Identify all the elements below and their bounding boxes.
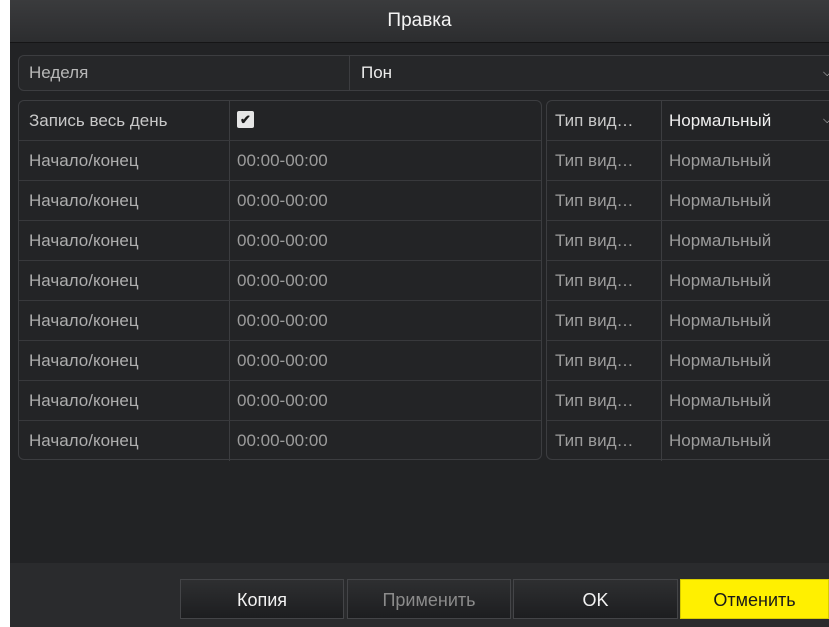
record-type-row: Тип вид… Нормальный bbox=[547, 341, 829, 381]
start-end-label: Начало/конец bbox=[29, 431, 139, 450]
divider bbox=[661, 101, 662, 140]
type-label: Тип вид… bbox=[555, 231, 634, 250]
all-day-row: Запись весь день ✔ bbox=[19, 101, 541, 141]
schedule-row: Начало/конец 00:00-00:00 bbox=[19, 381, 541, 421]
divider bbox=[349, 56, 350, 90]
time-range-field[interactable]: 00:00-00:00 bbox=[237, 421, 527, 460]
start-end-label: Начало/конец bbox=[29, 351, 139, 370]
type-label: Тип вид… bbox=[555, 431, 634, 450]
divider bbox=[661, 181, 662, 220]
chevron-down-icon[interactable]: ⌵ bbox=[823, 56, 829, 90]
chevron-down-icon[interactable]: ⌵ bbox=[823, 101, 829, 140]
dialog-title: Правка bbox=[10, 0, 829, 43]
divider bbox=[661, 421, 662, 461]
week-value: Пон bbox=[361, 63, 393, 82]
type-value[interactable]: Нормальный bbox=[669, 181, 819, 220]
type-value[interactable]: Нормальный bbox=[669, 141, 819, 180]
schedule-row: Начало/конец 00:00-00:00 bbox=[19, 301, 541, 341]
record-type-row: Тип вид… Нормальный bbox=[547, 421, 829, 461]
type-label: Тип вид… bbox=[555, 391, 634, 410]
divider bbox=[229, 341, 230, 380]
type-select[interactable]: Нормальный bbox=[669, 101, 819, 140]
divider bbox=[229, 181, 230, 220]
time-schedule-panel: Запись весь день ✔ Начало/конец 00:00-00:… bbox=[18, 100, 542, 461]
divider bbox=[661, 381, 662, 420]
start-end-label: Начало/конец bbox=[29, 311, 139, 330]
all-day-label: Запись весь день bbox=[29, 111, 168, 130]
divider bbox=[661, 141, 662, 180]
divider bbox=[229, 421, 230, 461]
time-range-field[interactable]: 00:00-00:00 bbox=[237, 341, 527, 380]
divider bbox=[229, 301, 230, 340]
type-value[interactable]: Нормальный bbox=[669, 381, 819, 420]
time-range-field[interactable]: 00:00-00:00 bbox=[237, 301, 527, 340]
time-range-field[interactable]: 00:00-00:00 bbox=[237, 141, 527, 180]
schedule-row: Начало/конец 00:00-00:00 bbox=[19, 221, 541, 261]
start-end-label: Начало/конец bbox=[29, 271, 139, 290]
type-label: Тип вид… bbox=[555, 191, 634, 210]
divider bbox=[229, 381, 230, 420]
record-type-panel: Тип вид… Нормальный ⌵ Тип вид… Нормальный… bbox=[546, 100, 829, 461]
divider bbox=[661, 221, 662, 260]
record-type-row: Тип вид… Нормальный bbox=[547, 181, 829, 221]
type-value[interactable]: Нормальный bbox=[669, 341, 819, 380]
record-type-row: Тип вид… Нормальный bbox=[547, 261, 829, 301]
start-end-label: Начало/конец bbox=[29, 191, 139, 210]
time-range-field[interactable]: 00:00-00:00 bbox=[237, 381, 527, 420]
dialog-footer: Копия Применить OK Отменить bbox=[10, 563, 829, 627]
time-range-field[interactable]: 00:00-00:00 bbox=[237, 261, 527, 300]
apply-button[interactable]: Применить bbox=[347, 579, 511, 619]
divider bbox=[661, 341, 662, 380]
schedule-row: Начало/конец 00:00-00:00 bbox=[19, 261, 541, 301]
check-icon: ✔ bbox=[240, 112, 251, 127]
schedule-row: Начало/конец 00:00-00:00 bbox=[19, 341, 541, 381]
week-label: Неделя bbox=[29, 63, 89, 82]
cancel-button[interactable]: Отменить bbox=[680, 579, 829, 619]
type-label: Тип вид… bbox=[555, 111, 634, 130]
type-label: Тип вид… bbox=[555, 311, 634, 330]
record-type-row: Тип вид… Нормальный bbox=[547, 381, 829, 421]
start-end-label: Начало/конец bbox=[29, 151, 139, 170]
record-type-row: Тип вид… Нормальный bbox=[547, 141, 829, 181]
copy-button[interactable]: Копия bbox=[180, 579, 344, 619]
time-range-field[interactable]: 00:00-00:00 bbox=[237, 181, 527, 220]
divider bbox=[661, 261, 662, 300]
all-day-type-row: Тип вид… Нормальный ⌵ bbox=[547, 101, 829, 141]
divider bbox=[661, 301, 662, 340]
ok-button[interactable]: OK bbox=[513, 579, 678, 619]
divider bbox=[229, 221, 230, 260]
record-type-row: Тип вид… Нормальный bbox=[547, 221, 829, 261]
type-value[interactable]: Нормальный bbox=[669, 261, 819, 300]
time-range-field[interactable]: 00:00-00:00 bbox=[237, 221, 527, 260]
record-type-row: Тип вид… Нормальный bbox=[547, 301, 829, 341]
week-select[interactable]: Неделя Пон ⌵ bbox=[18, 55, 829, 91]
type-value[interactable]: Нормальный bbox=[669, 301, 819, 340]
schedule-row: Начало/конец 00:00-00:00 bbox=[19, 141, 541, 181]
type-label: Тип вид… bbox=[555, 151, 634, 170]
start-end-label: Начало/конец bbox=[29, 391, 139, 410]
type-value[interactable]: Нормальный bbox=[669, 221, 819, 260]
divider bbox=[229, 141, 230, 180]
schedule-row: Начало/конец 00:00-00:00 bbox=[19, 181, 541, 221]
schedule-row: Начало/конец 00:00-00:00 bbox=[19, 421, 541, 461]
type-value[interactable]: Нормальный bbox=[669, 421, 819, 460]
type-label: Тип вид… bbox=[555, 271, 634, 290]
edit-dialog: Правка Неделя Пон ⌵ Запись весь день ✔ Н… bbox=[10, 0, 829, 627]
type-label: Тип вид… bbox=[555, 351, 634, 370]
all-day-checkbox[interactable]: ✔ bbox=[237, 111, 254, 128]
divider bbox=[229, 101, 230, 140]
start-end-label: Начало/конец bbox=[29, 231, 139, 250]
divider bbox=[229, 261, 230, 300]
